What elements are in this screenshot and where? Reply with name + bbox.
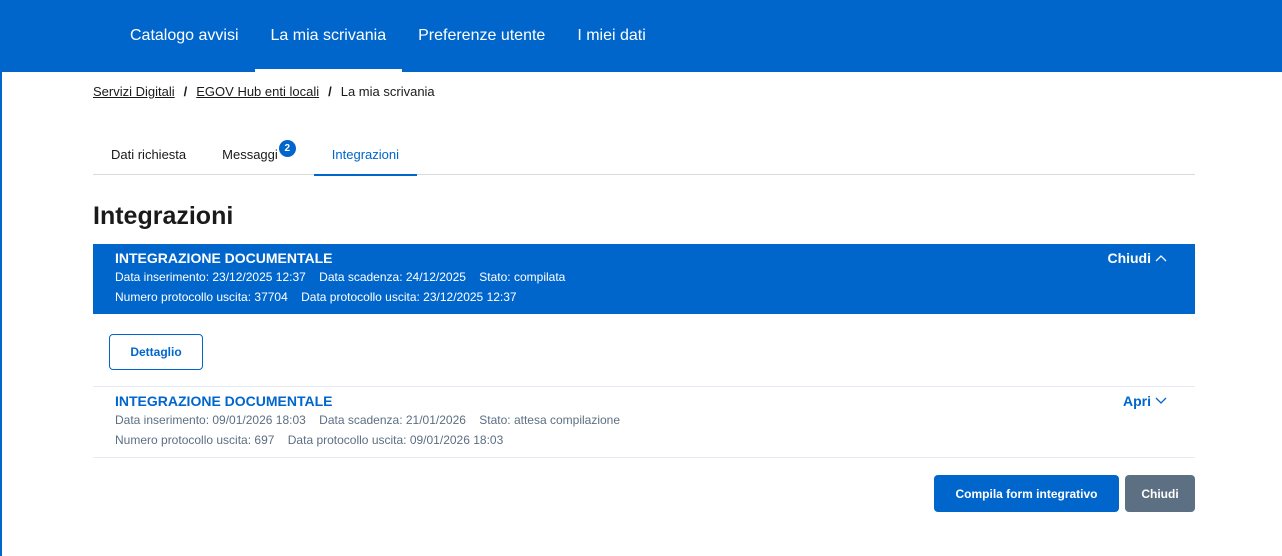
data-scadenza: Data scadenza: 24/12/2025 bbox=[319, 270, 466, 284]
breadcrumb-current: La mia scrivania bbox=[340, 84, 435, 99]
top-navigation: Catalogo avvisi La mia scrivania Prefere… bbox=[2, 0, 1282, 72]
page-title: Integrazioni bbox=[93, 202, 234, 230]
integration-protocol-row: Numero protocollo uscita: 697 Data proto… bbox=[115, 430, 1173, 450]
breadcrumb-separator: / bbox=[328, 84, 332, 99]
stato: Stato: compilata bbox=[479, 270, 566, 284]
integration-meta-row: Data inserimento: 23/12/2025 12:37 Data … bbox=[115, 267, 1173, 287]
integration-meta-row: Data inserimento: 09/01/2026 18:03 Data … bbox=[115, 410, 1173, 430]
tab-label: Integrazioni bbox=[331, 147, 399, 162]
nav-item-preferenze-utente[interactable]: Preferenze utente bbox=[402, 0, 561, 72]
breadcrumb: Servizi Digitali / EGOV Hub enti locali … bbox=[93, 84, 435, 99]
tab-integrazioni[interactable]: Integrazioni bbox=[313, 134, 418, 176]
integration-item: INTEGRAZIONE DOCUMENTALE Data inseriment… bbox=[93, 386, 1195, 458]
data-inserimento: Data inserimento: 09/01/2026 18:03 bbox=[115, 413, 306, 427]
numero-protocollo: Numero protocollo uscita: 37704 bbox=[115, 290, 288, 304]
toggle-label: Apri bbox=[1123, 393, 1151, 409]
integration-item: INTEGRAZIONE DOCUMENTALE Data inseriment… bbox=[93, 244, 1195, 314]
expand-toggle[interactable]: Apri bbox=[1123, 393, 1167, 409]
collapse-toggle[interactable]: Chiudi bbox=[1107, 250, 1167, 266]
integration-header[interactable]: INTEGRAZIONE DOCUMENTALE Data inseriment… bbox=[93, 244, 1195, 314]
integration-title: INTEGRAZIONE DOCUMENTALE bbox=[115, 250, 333, 266]
numero-protocollo: Numero protocollo uscita: 697 bbox=[115, 433, 275, 447]
data-scadenza: Data scadenza: 21/01/2026 bbox=[319, 413, 466, 427]
breadcrumb-link-servizi-digitali[interactable]: Servizi Digitali bbox=[93, 84, 175, 99]
dettaglio-button[interactable]: Dettaglio bbox=[109, 334, 203, 370]
tab-label: Dati richiesta bbox=[111, 147, 187, 162]
chevron-down-icon bbox=[1155, 397, 1167, 404]
tab-bar: Dati richiesta Messaggi 2 Integrazioni bbox=[93, 134, 1195, 176]
chevron-up-icon bbox=[1155, 255, 1167, 262]
chiudi-button[interactable]: Chiudi bbox=[1125, 475, 1195, 512]
data-protocollo: Data protocollo uscita: 09/01/2026 18:03 bbox=[287, 433, 504, 447]
breadcrumb-link-egov-hub[interactable]: EGOV Hub enti locali bbox=[196, 84, 319, 99]
nav-item-la-mia-scrivania[interactable]: La mia scrivania bbox=[254, 0, 403, 72]
stato: Stato: attesa compilazione bbox=[479, 413, 621, 427]
integration-title: INTEGRAZIONE DOCUMENTALE bbox=[115, 393, 333, 409]
tab-messaggi[interactable]: Messaggi 2 bbox=[204, 134, 314, 175]
tab-label: Messaggi bbox=[222, 147, 278, 162]
data-inserimento: Data inserimento: 23/12/2025 12:37 bbox=[115, 270, 306, 284]
breadcrumb-separator: / bbox=[183, 84, 188, 99]
tab-dati-richiesta[interactable]: Dati richiesta bbox=[93, 134, 204, 175]
toggle-label: Chiudi bbox=[1107, 250, 1151, 266]
unread-count-badge: 2 bbox=[278, 140, 296, 157]
nav-item-catalogo-avvisi[interactable]: Catalogo avvisi bbox=[114, 0, 255, 72]
nav-item-i-miei-dati[interactable]: I miei dati bbox=[561, 0, 661, 72]
integration-protocol-row: Numero protocollo uscita: 37704 Data pro… bbox=[115, 287, 1173, 307]
data-protocollo: Data protocollo uscita: 23/12/2025 12:37 bbox=[301, 290, 517, 304]
compila-form-integrativo-button[interactable]: Compila form integrativo bbox=[934, 475, 1119, 512]
integration-header[interactable]: INTEGRAZIONE DOCUMENTALE Data inseriment… bbox=[93, 386, 1195, 458]
